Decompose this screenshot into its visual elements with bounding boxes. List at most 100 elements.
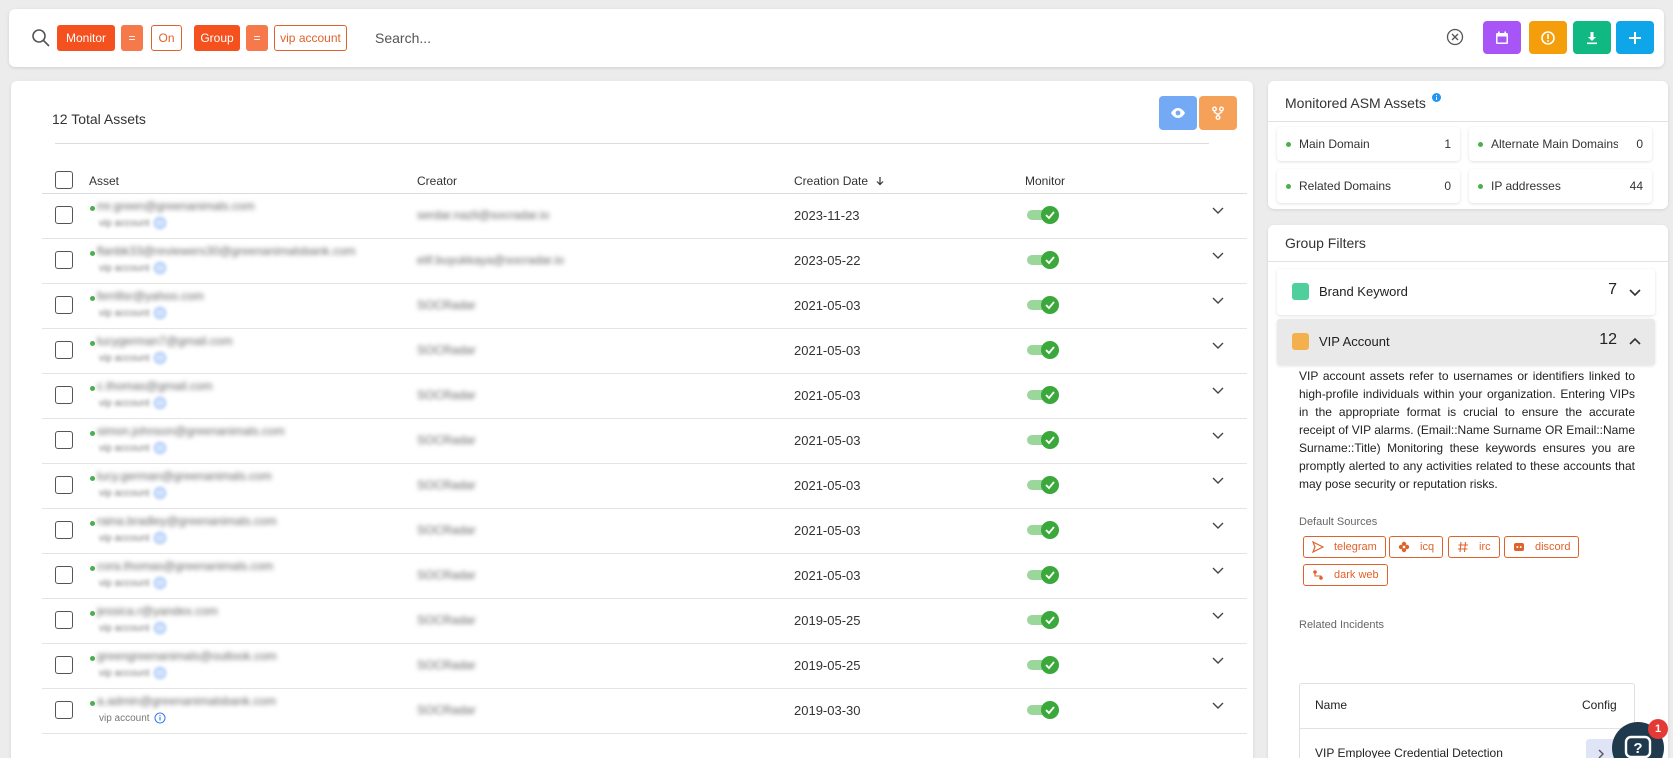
table-row[interactable]: greengreenanimals@outlook.com vip accoun… [42,644,1247,689]
asset-name[interactable]: a.admin@greenanimalsbank.com [97,694,276,708]
info-icon[interactable] [154,397,166,409]
asset-name[interactable]: jessica.r@yandex.com [97,604,218,618]
search-icon[interactable] [31,28,51,48]
table-row[interactable]: cora.thomas@greenanimals.com vip account… [42,554,1247,599]
source-irc[interactable]: irc [1448,536,1500,558]
group-filter-vip-account[interactable]: VIP Account 12 [1277,319,1655,365]
chevron-down-icon[interactable] [1211,653,1225,667]
column-creator[interactable]: Creator [417,174,457,188]
chevron-down-icon[interactable] [1211,608,1225,622]
asset-name[interactable]: mr.green@greenanimals.com [97,199,255,213]
monitor-toggle[interactable] [1026,385,1060,405]
monitor-toggle[interactable] [1026,565,1060,585]
stat-alternate-main-domains[interactable]: Alternate Main Domains 0 [1469,127,1652,161]
asset-name[interactable]: flanbk33@reviewers30@greenanimalsbank.co… [97,244,356,258]
info-icon[interactable] [154,577,166,589]
chevron-down-icon[interactable] [1211,473,1225,487]
source-discord[interactable]: discord [1504,536,1580,558]
info-icon[interactable] [154,217,166,229]
source-telegram[interactable]: telegram [1303,536,1386,558]
column-asset[interactable]: Asset [89,174,119,188]
monitor-toggle[interactable] [1026,205,1060,225]
filter-operator[interactable]: = [246,25,268,51]
monitor-toggle[interactable] [1026,655,1060,675]
chevron-down-icon[interactable] [1211,563,1225,577]
info-icon[interactable] [154,442,166,454]
info-icon[interactable] [154,352,166,364]
row-checkbox[interactable] [55,386,73,404]
info-icon[interactable] [154,487,166,499]
monitor-toggle[interactable] [1026,700,1060,720]
row-checkbox[interactable] [55,611,73,629]
filter-value-vip-account[interactable]: vip account [274,25,347,51]
filter-operator[interactable]: = [121,25,143,51]
chevron-down-icon[interactable] [1211,428,1225,442]
table-row[interactable]: a.admin@greenanimalsbank.com vip account… [42,689,1247,734]
table-row[interactable]: flanbk33@reviewers30@greenanimalsbank.co… [42,239,1247,284]
asset-name[interactable]: cora.thomas@greenanimals.com [97,559,273,573]
monitor-toggle[interactable] [1026,340,1060,360]
info-icon[interactable] [154,532,166,544]
search-input[interactable] [375,27,975,49]
chevron-down-icon[interactable] [1211,698,1225,712]
stat-main-domain[interactable]: Main Domain 1 [1277,127,1460,161]
asset-name[interactable]: lucy.german@greenanimals.com [97,469,272,483]
chevron-down-icon[interactable] [1211,338,1225,352]
chevron-down-icon[interactable] [1211,248,1225,262]
branch-button[interactable] [1199,96,1237,130]
add-button[interactable] [1616,21,1654,54]
table-row[interactable]: lucygerman7@gmail.com vip account SOCRad… [42,329,1247,374]
column-creation-date[interactable]: Creation Date [794,174,885,188]
table-row[interactable]: simon.johnson@greenanimals.com vip accou… [42,419,1247,464]
info-icon[interactable] [154,622,166,634]
table-row[interactable]: ferrillsr@yahoo.com vip account SOCRadar… [42,284,1247,329]
column-monitor[interactable]: Monitor [1025,174,1065,188]
source-icq[interactable]: icq [1389,536,1444,558]
row-checkbox[interactable] [55,431,73,449]
asset-name[interactable]: raina.bradley@greenanimals.com [97,514,277,528]
filter-value-on[interactable]: On [151,25,182,51]
table-row[interactable]: raina.bradley@greenanimals.com vip accou… [42,509,1247,554]
monitor-toggle[interactable] [1026,295,1060,315]
asset-name[interactable]: lucygerman7@gmail.com [97,334,233,348]
row-checkbox[interactable] [55,701,73,719]
monitor-toggle[interactable] [1026,430,1060,450]
table-row[interactable]: c.thomas@gmail.com vip account SOCRadar … [42,374,1247,419]
chevron-down-icon[interactable] [1211,383,1225,397]
info-icon[interactable] [1431,93,1441,102]
chevron-down-icon[interactable] [1211,203,1225,217]
monitor-toggle[interactable] [1026,610,1060,630]
row-checkbox[interactable] [55,206,73,224]
table-row[interactable]: mr.green@greenanimals.com vip account se… [42,194,1247,239]
asset-name[interactable]: greengreenanimals@outlook.com [97,649,277,663]
table-row[interactable]: jessica.r@yandex.com vip account SOCRada… [42,599,1247,644]
download-button[interactable] [1573,21,1611,54]
row-checkbox[interactable] [55,521,73,539]
info-button[interactable] [1529,21,1567,54]
monitor-toggle[interactable] [1026,520,1060,540]
monitor-toggle[interactable] [1026,475,1060,495]
stat-ip-addresses[interactable]: IP addresses 44 [1469,169,1652,203]
chevron-down-icon[interactable] [1211,293,1225,307]
clear-icon[interactable] [1446,28,1464,46]
info-icon[interactable] [154,262,166,274]
filter-chip-group[interactable]: Group [194,25,240,51]
calendar-button[interactable] [1483,21,1521,54]
row-checkbox[interactable] [55,251,73,269]
row-checkbox[interactable] [55,566,73,584]
monitor-toggle[interactable] [1026,250,1060,270]
group-filter-brand-keyword[interactable]: Brand Keyword 7 [1277,269,1655,315]
asset-name[interactable]: ferrillsr@yahoo.com [97,289,204,303]
chevron-down-icon[interactable] [1211,518,1225,532]
asset-name[interactable]: c.thomas@gmail.com [97,379,213,393]
info-icon[interactable] [154,667,166,679]
info-icon[interactable] [154,307,166,319]
stat-related-domains[interactable]: Related Domains 0 [1277,169,1460,203]
row-checkbox[interactable] [55,656,73,674]
select-all-checkbox[interactable] [55,171,73,189]
row-checkbox[interactable] [55,476,73,494]
source-dark-web[interactable]: dark web [1303,564,1388,586]
table-row[interactable]: lucy.german@greenanimals.com vip account… [42,464,1247,509]
view-button[interactable] [1159,96,1197,130]
info-icon[interactable] [154,712,166,724]
